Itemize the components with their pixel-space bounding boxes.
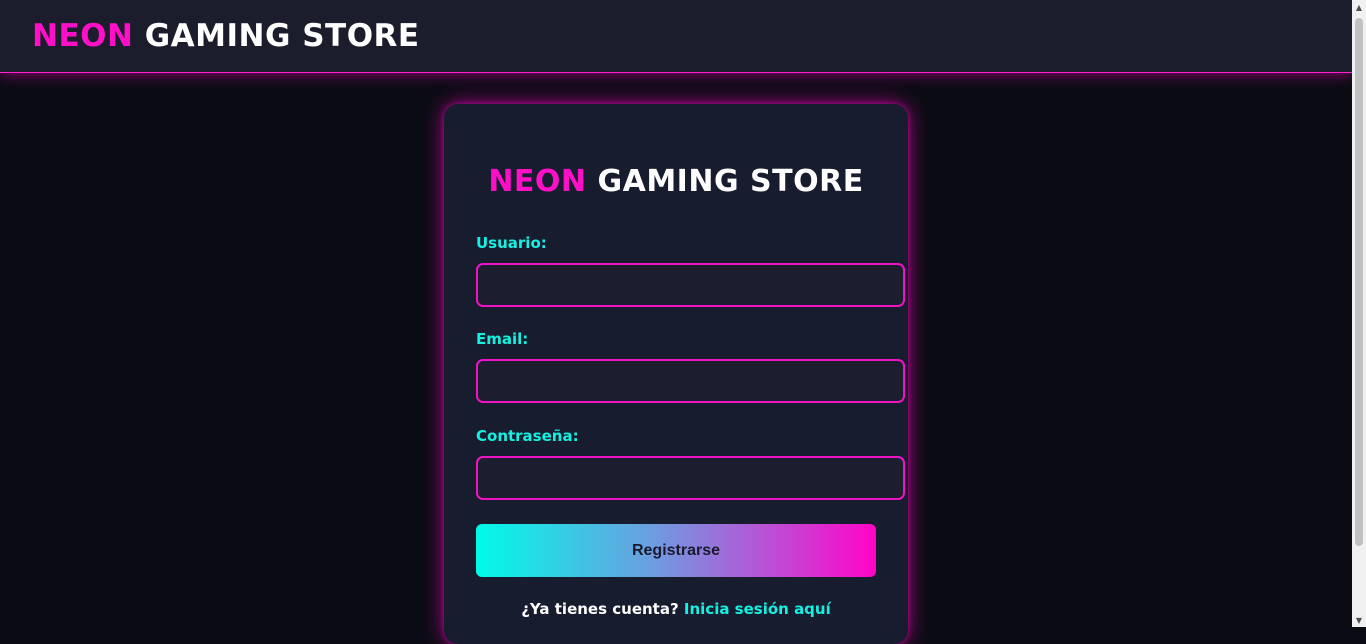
password-input[interactable] xyxy=(476,456,905,500)
password-label: Contraseña: xyxy=(476,427,579,445)
page-scrollbar[interactable]: ▲ ▼ xyxy=(1352,0,1366,627)
scroll-up-icon[interactable]: ▲ xyxy=(1352,0,1366,14)
top-header: NEON GAMING STORE xyxy=(0,0,1352,72)
username-label: Usuario: xyxy=(476,234,547,252)
card-title-accent: NEON xyxy=(488,164,587,199)
card-title: NEON GAMING STORE xyxy=(444,164,908,199)
register-card: NEON GAMING STORE Usuario: Email: Contra… xyxy=(444,104,908,644)
login-link[interactable]: Inicia sesión aquí xyxy=(684,600,831,618)
header-logo[interactable]: NEON GAMING STORE xyxy=(32,18,420,54)
email-input[interactable] xyxy=(476,359,905,403)
email-label: Email: xyxy=(476,330,529,348)
scrollbar-thumb[interactable] xyxy=(1355,18,1363,546)
header-logo-rest: GAMING STORE xyxy=(144,18,420,54)
scroll-down-icon[interactable]: ▼ xyxy=(1352,613,1366,627)
username-input[interactable] xyxy=(476,263,905,307)
card-title-rest: GAMING STORE xyxy=(597,164,864,199)
register-button[interactable]: Registrarse xyxy=(476,524,876,577)
header-logo-accent: NEON xyxy=(32,18,134,54)
login-prompt-row: ¿Ya tienes cuenta? Inicia sesión aquí xyxy=(444,600,908,618)
login-prompt-text: ¿Ya tienes cuenta? xyxy=(521,600,679,618)
